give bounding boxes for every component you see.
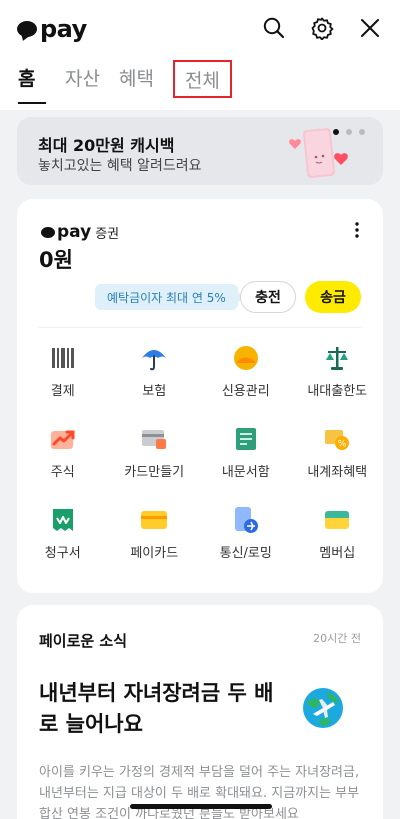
pager-dot[interactable]: [333, 129, 339, 135]
stock-chart-icon: [50, 430, 75, 449]
service-label: 청구서: [44, 546, 81, 561]
send-button[interactable]: 송금: [305, 281, 361, 313]
divider: [39, 327, 361, 328]
brand-text: pay: [57, 222, 92, 242]
service-label: 페이카드: [130, 546, 179, 561]
news-card[interactable]: 페이로운 소식 20시간 전 내년부터 자녀장려금 두 배로 늘어나요 아이를 …: [17, 605, 383, 819]
membership-icon: [325, 511, 350, 529]
service-label: 멤버십: [319, 546, 356, 561]
more-options-icon[interactable]: [353, 221, 361, 239]
roaming-icon: [234, 507, 258, 533]
charge-button[interactable]: 충전: [240, 281, 296, 313]
banner-title: 최대 20만원 캐시백: [38, 136, 175, 155]
service-label: 신용관리: [221, 384, 270, 399]
news-headline[interactable]: 내년부터 자녀장려금 두 배로 늘어나요: [39, 678, 289, 740]
account-benefit-icon: %: [325, 430, 350, 450]
service-label: 내계좌혜택: [307, 465, 368, 480]
card-make-icon: [142, 430, 167, 449]
tab-home[interactable]: 홈: [18, 64, 46, 104]
service-documents[interactable]: 내문서함: [200, 425, 292, 483]
umbrella-icon: [142, 350, 167, 371]
svg-text:%: %: [338, 440, 347, 450]
service-account-benefit[interactable]: % 내계좌혜택: [292, 425, 384, 483]
barcode-icon: [51, 348, 74, 368]
service-roaming[interactable]: 통신/로밍: [200, 506, 292, 564]
pager-dot[interactable]: [346, 129, 352, 135]
service-stock[interactable]: 주식: [17, 425, 109, 483]
service-card-make[interactable]: 카드만들기: [109, 425, 201, 483]
service-loan-limit[interactable]: 내대출한도: [292, 344, 384, 402]
service-label: 보험: [142, 384, 167, 399]
service-grid: 결제 보험 신용관리 내대출한도 주식 카드만들기 내문서함 % 내계좌혜택 청…: [17, 344, 383, 564]
service-payment[interactable]: 결제: [17, 344, 109, 402]
banner-subtitle: 놓치고있는 혜택 알려드려요: [38, 158, 202, 174]
credit-gauge-icon: [233, 346, 258, 370]
service-label: 주식: [50, 465, 75, 480]
cashback-banner[interactable]: 최대 20만원 캐시백 놓치고있는 혜택 알려드려요: [17, 117, 383, 185]
news-section-title: 페이로운 소식: [39, 632, 128, 650]
securities-card: pay 증권 0원 예탁금이자 최대 연 5% 충전 송금 결제 보험 신용관리…: [17, 199, 383, 593]
banner-pager: [333, 129, 365, 135]
pay-card-icon: [141, 511, 168, 529]
news-timestamp: 20시간 전: [313, 632, 361, 645]
service-label: 카드만들기: [124, 465, 185, 480]
close-icon[interactable]: [358, 16, 382, 40]
service-bill[interactable]: 청구서: [17, 506, 109, 564]
globe-airplane-icon: [303, 688, 343, 728]
search-icon[interactable]: [262, 16, 286, 40]
service-credit[interactable]: 신용관리: [200, 344, 292, 402]
home-indicator[interactable]: [130, 804, 272, 809]
pay-logo[interactable]: pay: [17, 15, 87, 43]
top-bar: pay 홈 자산 혜택 전체: [0, 0, 400, 110]
speech-bubble-icon: [17, 21, 37, 37]
service-pay-card[interactable]: 페이카드: [109, 506, 201, 564]
tab-all[interactable]: 전체: [172, 60, 232, 98]
securities-text: 증권: [95, 226, 120, 242]
gear-icon[interactable]: [310, 16, 334, 40]
news-body: 아이를 키우는 가정의 경제적 부담을 덜어 주는 자녀장려금, 내년부터는 지…: [39, 765, 360, 819]
scale-icon: [326, 347, 349, 370]
pager-dot[interactable]: [359, 129, 365, 135]
service-insurance[interactable]: 보험: [109, 344, 201, 402]
service-label: 내대출한도: [307, 384, 368, 399]
service-label: 내문서함: [221, 465, 270, 480]
tab-benefits[interactable]: 혜택: [119, 64, 154, 104]
service-label: 통신/로밍: [219, 546, 272, 561]
card-hearts-illustration: [289, 128, 348, 178]
interest-tooltip: 예탁금이자 최대 연 5%: [95, 284, 244, 310]
tab-assets[interactable]: 자산: [65, 64, 100, 104]
bill-icon: [52, 509, 73, 531]
service-membership[interactable]: 멤버십: [292, 506, 384, 564]
service-label: 결제: [50, 384, 75, 399]
document-icon: [235, 428, 256, 450]
securities-label[interactable]: pay 증권: [41, 222, 119, 242]
main-tabs: 홈 자산 혜택 전체: [18, 60, 232, 104]
logo-text: pay: [40, 15, 87, 43]
speech-bubble-icon: [41, 226, 55, 238]
balance-amount[interactable]: 0원: [39, 244, 73, 274]
top-icons: [262, 16, 382, 40]
